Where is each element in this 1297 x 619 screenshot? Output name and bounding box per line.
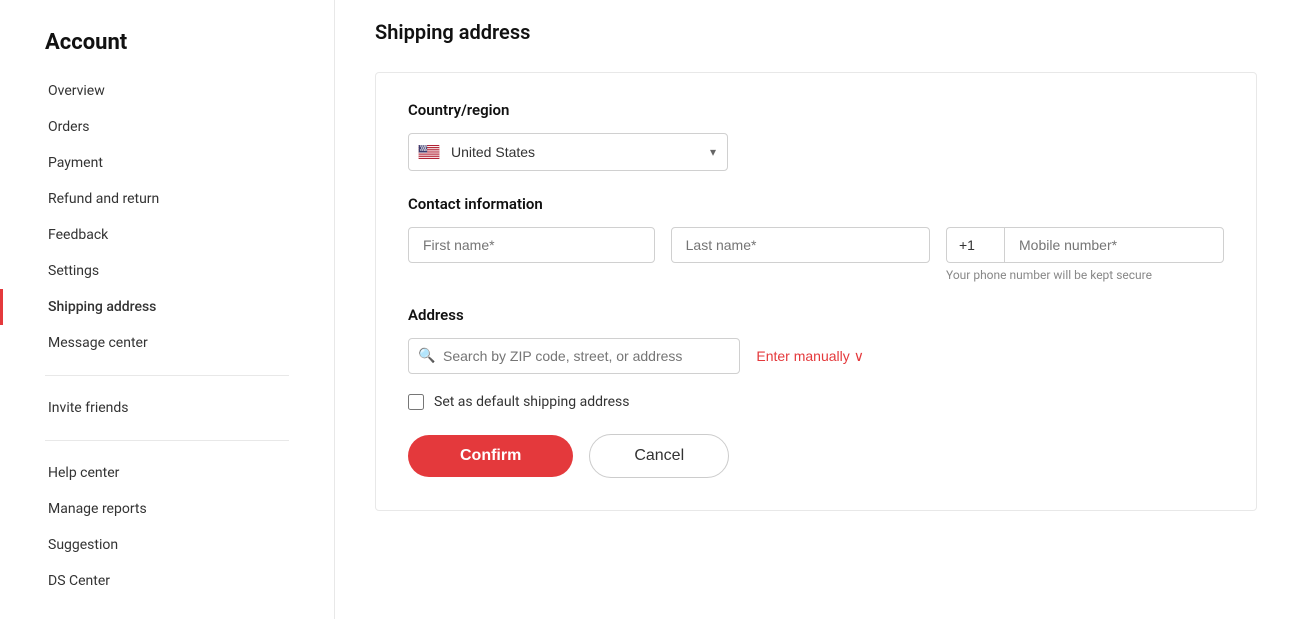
enter-manually-button[interactable]: Enter manually ∨ <box>756 348 864 365</box>
sidebar: Account Overview Orders Payment Refund a… <box>0 0 335 619</box>
default-checkbox-row: Set as default shipping address <box>408 394 1224 410</box>
phone-group: Your phone number will be kept secure <box>946 227 1224 282</box>
country-select[interactable]: United States Canada United Kingdom Aust… <box>408 133 728 171</box>
sidebar-item-message-center[interactable]: Message center <box>0 325 334 361</box>
sidebar-item-ds-center[interactable]: DS Center <box>0 563 334 599</box>
sidebar-item-manage-reports[interactable]: Manage reports <box>0 491 334 527</box>
sidebar-item-help-center[interactable]: Help center <box>0 455 334 491</box>
sidebar-item-overview[interactable]: Overview <box>0 73 334 109</box>
page-title: Shipping address <box>375 20 1257 44</box>
sidebar-item-payment[interactable]: Payment <box>0 145 334 181</box>
phone-row <box>946 227 1224 263</box>
last-name-input[interactable] <box>671 227 930 263</box>
address-search-wrapper: 🔍 Enter manually ∨ <box>408 338 864 374</box>
sidebar-divider-2 <box>45 440 289 441</box>
address-section-label: Address <box>408 306 1224 324</box>
sidebar-item-settings[interactable]: Settings <box>0 253 334 289</box>
sidebar-item-suggestion[interactable]: Suggestion <box>0 527 334 563</box>
sidebar-item-shipping-address[interactable]: Shipping address <box>0 289 334 325</box>
address-section: Address 🔍 Enter manually ∨ <box>408 306 1224 374</box>
default-shipping-label: Set as default shipping address <box>434 394 630 410</box>
country-section-label: Country/region <box>408 101 1224 119</box>
sidebar-item-refund-return[interactable]: Refund and return <box>0 181 334 217</box>
mobile-input[interactable] <box>1004 227 1224 263</box>
country-select-wrapper: ★ ★ ★ ★ ★ ★ ★ ★ ★ ★ ★ United States Cana… <box>408 133 728 171</box>
confirm-button[interactable]: Confirm <box>408 435 573 477</box>
sidebar-divider-1 <box>45 375 289 376</box>
sidebar-item-invite-friends[interactable]: Invite friends <box>0 390 334 426</box>
sidebar-title: Account <box>0 20 334 73</box>
default-shipping-checkbox[interactable] <box>408 394 424 410</box>
phone-code-input[interactable] <box>946 227 1004 263</box>
contact-row: Your phone number will be kept secure <box>408 227 1224 282</box>
sidebar-item-orders[interactable]: Orders <box>0 109 334 145</box>
shipping-form-card: Country/region ★ <box>375 72 1257 511</box>
phone-hint: Your phone number will be kept secure <box>946 268 1224 282</box>
sidebar-nav-primary: Overview Orders Payment Refund and retur… <box>0 73 334 361</box>
sidebar-item-feedback[interactable]: Feedback <box>0 217 334 253</box>
chevron-down-icon-enter-manually: ∨ <box>854 348 864 365</box>
main-content: Shipping address Country/region <box>335 0 1297 619</box>
button-row: Confirm Cancel <box>408 434 1224 478</box>
first-name-input[interactable] <box>408 227 655 263</box>
contact-section-label: Contact information <box>408 195 1224 213</box>
address-search-container: 🔍 <box>408 338 740 374</box>
cancel-button[interactable]: Cancel <box>589 434 729 478</box>
address-search-input[interactable] <box>408 338 740 374</box>
